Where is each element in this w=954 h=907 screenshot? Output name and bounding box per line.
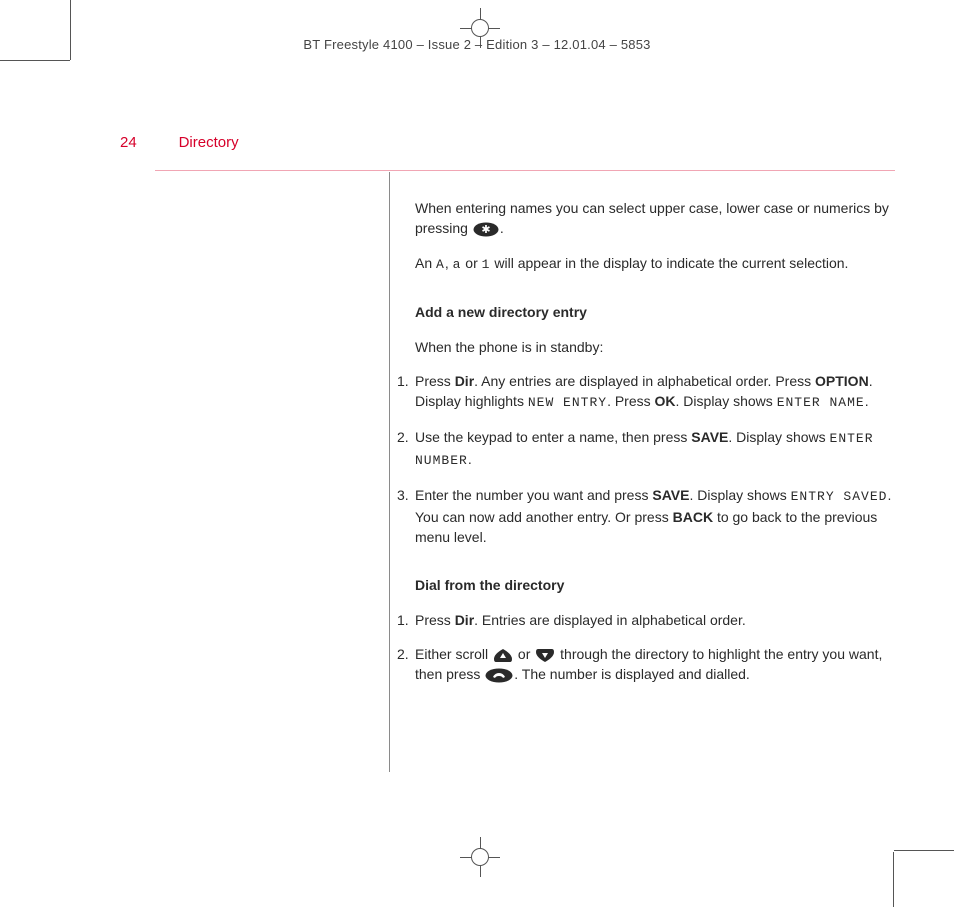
heading-add-entry: Add a new directory entry xyxy=(415,302,895,322)
list-item: Press Dir. Entries are displayed in alph… xyxy=(397,610,895,630)
list-item: Enter the number you want and press SAVE… xyxy=(397,485,895,547)
talk-key-icon xyxy=(485,668,513,683)
paragraph: An A, a or 1 will appear in the display … xyxy=(415,253,895,275)
document-header: BT Freestyle 4100 – Issue 2 – Edition 3 … xyxy=(0,37,954,52)
header-rule xyxy=(155,170,895,171)
ordered-list: Press Dir. Any entries are displayed in … xyxy=(415,371,895,547)
down-key-icon xyxy=(535,648,555,663)
svg-text:✱: ✱ xyxy=(481,224,490,236)
page-number: 24 xyxy=(120,134,137,151)
main-content: When entering names you can select upper… xyxy=(415,198,895,698)
list-item: Either scroll or through the directory t… xyxy=(397,644,895,685)
star-key-icon: ✱ xyxy=(473,222,499,237)
section-title: Directory xyxy=(179,134,239,151)
crop-mark xyxy=(894,850,954,851)
list-item: Use the keypad to enter a name, then pre… xyxy=(397,427,895,471)
ordered-list: Press Dir. Entries are displayed in alph… xyxy=(415,610,895,685)
up-key-icon xyxy=(493,648,513,663)
vertical-divider xyxy=(389,172,390,772)
paragraph: When the phone is in standby: xyxy=(415,337,895,357)
heading-dial: Dial from the directory xyxy=(415,575,895,595)
crop-mark xyxy=(0,60,70,61)
list-item: Press Dir. Any entries are displayed in … xyxy=(397,371,895,413)
crop-mark xyxy=(893,852,894,907)
paragraph: When entering names you can select upper… xyxy=(415,198,895,239)
registration-mark-icon xyxy=(460,837,500,877)
